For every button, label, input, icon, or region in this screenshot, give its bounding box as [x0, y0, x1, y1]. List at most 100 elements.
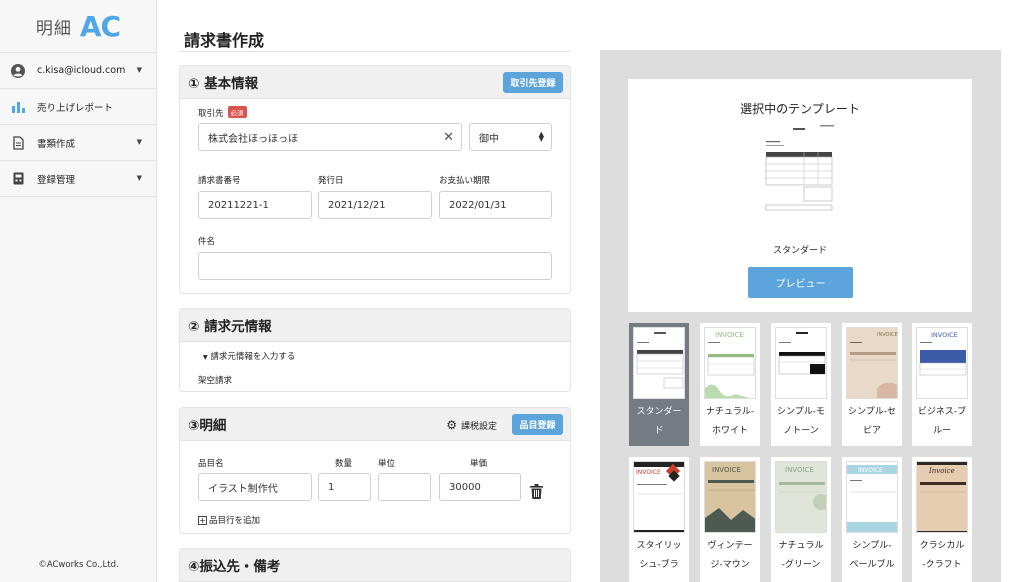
divider	[179, 51, 571, 52]
template-preview-image	[633, 327, 685, 399]
bank-notes-card: ④振込先・備考	[179, 548, 571, 582]
template-label: シンプル-セ ピア	[848, 407, 896, 436]
due-date-label: お支払い期限	[439, 176, 491, 186]
issuer-heading: ② 請求元情報	[188, 319, 272, 335]
template-thumb-standard[interactable]: スタンダード	[629, 323, 689, 446]
template-label: ナチュラル- ホワイト	[705, 407, 755, 436]
unit-price-input[interactable]: 30000	[439, 473, 521, 501]
template-preview-image: INVOICE	[846, 461, 898, 533]
logo-text: 明細	[35, 18, 72, 39]
card-heading: ② 請求元情報	[180, 309, 570, 342]
template-thumb-simple-pale-blue[interactable]: INVOICE シンプル- ペールブル	[842, 457, 902, 582]
client-value: 株式会社ほっほっほ	[208, 133, 298, 145]
svg-text:INVOICE: INVOICE	[636, 469, 661, 476]
issuer-name: 架空請求	[198, 376, 233, 386]
template-thumb-business-blue[interactable]: INVOICE ビジネス-ブ ルー	[912, 323, 972, 446]
honorific-select[interactable]: 御中 ▲ ▼	[469, 123, 552, 151]
selected-template-thumbnail	[764, 125, 836, 211]
svg-text:INVOICE: INVOICE	[712, 466, 741, 474]
issuer-toggle-label: 請求元情報を入力する	[210, 352, 296, 362]
template-thumb-simple-sepia[interactable]: INVOICE シンプル-セ ピア	[842, 323, 902, 446]
svg-text:INVOICE: INVOICE	[858, 467, 883, 474]
selected-template-title: 選択中のテンプレート	[740, 102, 860, 116]
invoice-number-input[interactable]: 20211221-1	[198, 191, 312, 219]
subject-input[interactable]	[198, 252, 552, 280]
register-client-button[interactable]: 取引先登録	[503, 72, 563, 93]
template-panel: 選択中のテンプレート スタンダード プレビュー スタンダー ド INVOICE …	[600, 50, 1001, 582]
item-name-input[interactable]: イラスト制作代	[198, 473, 312, 501]
issue-date-input[interactable]: 2021/12/21	[318, 191, 432, 219]
template-preview-image: Invoice	[916, 461, 968, 533]
sidebar-item-registration[interactable]: 登録管理 ▼	[0, 161, 156, 197]
template-label: シンプル- ペールブル	[849, 541, 895, 570]
issuer-info-card: ② 請求元情報 ▼ 請求元情報を入力する 架空請求	[179, 308, 571, 392]
sidebar-item-label: 登録管理	[37, 174, 76, 186]
svg-text:INVOICE: INVOICE	[877, 332, 898, 338]
template-preview-image: INVOICE	[633, 461, 685, 533]
template-preview-image	[775, 327, 827, 399]
select-arrows-icon: ▲ ▼	[538, 130, 544, 143]
template-thumb-classical-craft[interactable]: Invoice クラシカル -クラフト	[912, 457, 972, 582]
basic-info-heading: ① 基本情報	[188, 76, 259, 92]
due-date-input[interactable]: 2022/01/31	[439, 191, 552, 219]
tax-settings-button[interactable]: ⚙ 課税設定	[446, 418, 497, 432]
page-title: 請求書作成	[184, 31, 265, 50]
client-label-text: 取引先	[198, 109, 224, 119]
template-thumb-vintage-mountain[interactable]: INVOICE ヴィンテー ジ-マウン	[700, 457, 760, 582]
template-label: スタンダード	[636, 407, 682, 436]
template-preview-image: INVOICE	[704, 461, 756, 533]
template-label: ナチュラル -グリーン	[778, 541, 824, 570]
template-label: クラシカル -クラフト	[919, 541, 965, 570]
client-label: 取引先 必須	[198, 106, 247, 119]
gear-icon: ⚙	[446, 418, 457, 432]
app-logo[interactable]: 明細 AC	[0, 0, 156, 53]
template-preview-image: INVOICE	[916, 327, 968, 399]
client-input[interactable]: 株式会社ほっほっほ ✕	[198, 123, 462, 151]
invoice-number-label: 請求書番号	[198, 176, 241, 186]
sidebar-item-account[interactable]: c.kisa@icloud.com ▼	[0, 53, 156, 89]
logo-mark: AC	[79, 9, 121, 43]
document-icon	[11, 135, 25, 150]
column-unit-header: 単位	[378, 459, 396, 469]
column-qty-header: 数量	[335, 459, 353, 469]
svg-text:INVOICE: INVOICE	[785, 466, 814, 474]
template-thumb-natural-white[interactable]: INVOICE ナチュラル- ホワイト	[700, 323, 760, 446]
basic-info-card: ① 基本情報 取引先登録 取引先 必須 株式会社ほっほっほ ✕ 御中 ▲ ▼ 請求書…	[179, 65, 571, 294]
quantity-input[interactable]: 1	[318, 473, 371, 501]
sidebar-item-label: c.kisa@icloud.com	[37, 65, 126, 76]
bar-chart-icon	[11, 100, 25, 114]
required-badge: 必須	[227, 106, 247, 118]
register-item-button[interactable]: 品目登録	[512, 414, 563, 435]
add-item-row-label: 品目行を追加	[209, 516, 261, 526]
issue-date-label: 発行日	[318, 176, 344, 186]
sidebar-item-sales-report[interactable]: 売り上げレポート	[0, 89, 156, 125]
sidebar-item-create-documents[interactable]: 書類作成 ▼	[0, 125, 156, 161]
selected-template-box: 選択中のテンプレート スタンダード プレビュー	[628, 79, 972, 312]
subject-label: 件名	[198, 237, 216, 247]
register-icon	[11, 172, 25, 186]
preview-button[interactable]: プレビュー	[748, 267, 853, 298]
copyright: ©ACworks Co.,Ltd.	[38, 560, 119, 570]
unit-input[interactable]	[378, 473, 431, 501]
clear-icon[interactable]: ✕	[443, 130, 454, 145]
caret-down-icon: ▼	[136, 66, 142, 74]
caret-down-icon: ▼	[203, 354, 208, 361]
template-label: ビジネス-ブ ルー	[917, 407, 967, 436]
template-label: スタイリッ シュ-ブラ	[636, 541, 682, 570]
bank-notes-heading: ④振込先・備考	[188, 559, 281, 575]
template-label: ヴィンテー ジ-マウン	[707, 541, 753, 570]
selected-template-name: スタンダード	[772, 246, 827, 256]
svg-text:INVOICE: INVOICE	[931, 331, 958, 339]
add-item-row-button[interactable]: + 品目行を追加	[198, 514, 260, 526]
column-price-header: 単価	[470, 459, 488, 469]
template-thumb-simple-monotone[interactable]: シンプル-モ ノトーン	[771, 323, 831, 446]
svg-text:Invoice: Invoice	[928, 467, 955, 475]
card-heading: ③明細 ⚙ 課税設定 品目登録	[180, 408, 570, 441]
caret-down-icon: ▼	[136, 138, 142, 146]
caret-down-icon: ▼	[136, 174, 142, 182]
issuer-toggle[interactable]: ▼ 請求元情報を入力する	[203, 350, 295, 362]
template-thumb-natural-green[interactable]: INVOICE ナチュラル -グリーン	[771, 457, 831, 582]
template-label: シンプル-モ ノトーン	[777, 407, 825, 436]
template-thumb-stylish-black[interactable]: INVOICE スタイリッ シュ-ブラ	[629, 457, 689, 582]
trash-icon[interactable]	[530, 484, 543, 503]
